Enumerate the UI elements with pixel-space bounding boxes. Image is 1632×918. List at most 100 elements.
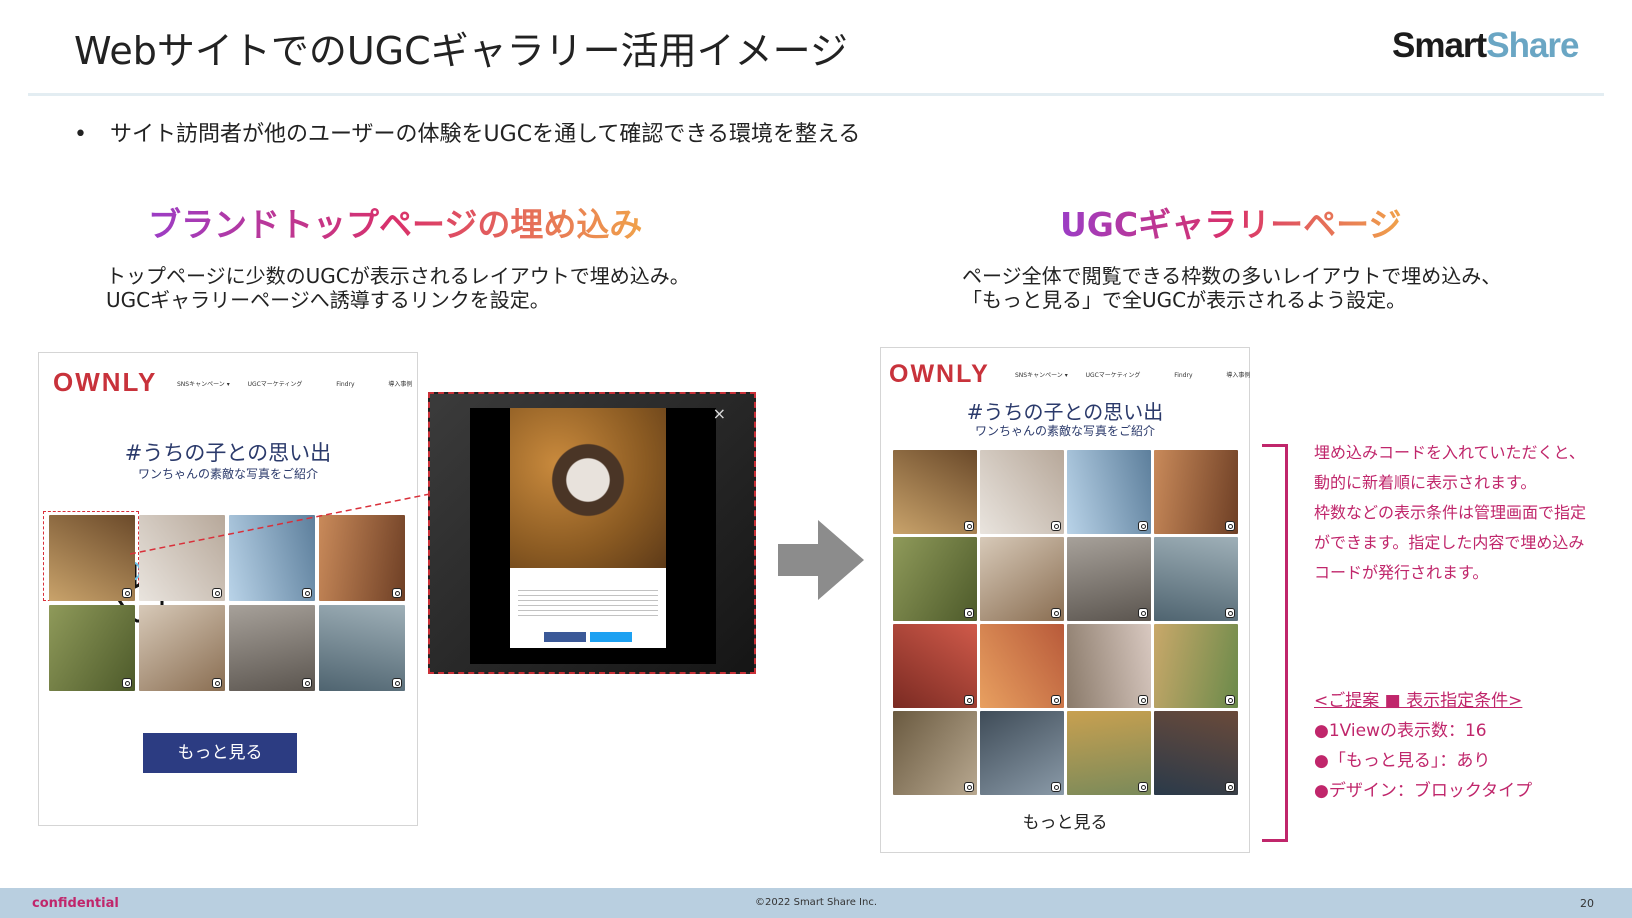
zoom-connector-lines xyxy=(130,493,431,555)
bracket xyxy=(1262,444,1288,842)
instagram-icon xyxy=(392,678,402,688)
ugc-photo-tile[interactable] xyxy=(1154,624,1238,708)
instagram-icon xyxy=(1051,608,1061,618)
page-title: WebサイトでのUGCギャラリー活用イメージ xyxy=(74,29,848,73)
note-line: 埋め込みコードを入れていただくと、 xyxy=(1314,443,1585,462)
instagram-icon xyxy=(1051,782,1061,792)
instagram-icon xyxy=(1051,521,1061,531)
nav-item-sns[interactable]: SNSキャンペーン ▾ xyxy=(177,381,230,388)
ugc-photo-tile[interactable] xyxy=(893,450,977,534)
ownly-brand-logo: OWNLY xyxy=(53,367,158,397)
ugc-photo-tile[interactable] xyxy=(49,605,135,691)
note-line: 動的に新着順に表示されます。 xyxy=(1314,473,1537,492)
instagram-icon xyxy=(212,588,222,598)
ugc-photo-tile[interactable] xyxy=(1154,450,1238,534)
nav-item-cases[interactable]: 導入事例 xyxy=(1226,372,1250,379)
more-link[interactable]: もっと見る xyxy=(881,808,1249,833)
nav-item-sns[interactable]: SNSキャンペーン ▾ xyxy=(1015,372,1068,379)
instagram-icon xyxy=(1225,782,1235,792)
right-arrow-icon xyxy=(778,520,864,600)
right-desc-line: ページ全体で閲覧できる枠数の多いレイアウトで埋め込み、 xyxy=(962,264,1502,288)
instagram-icon xyxy=(122,678,132,688)
display-conditions: <ご提案 ■ 表示指定条件> ●1Viewの表示数：16 ●「もっと見る」：あり… xyxy=(1314,686,1532,806)
smartshare-logo: SmartShare xyxy=(1392,26,1580,66)
left-desc-line: トップページに少数のUGCが表示されるレイアウトで埋め込み。 xyxy=(106,264,690,288)
instagram-icon xyxy=(1138,782,1148,792)
instagram-icon xyxy=(964,521,974,531)
instagram-icon xyxy=(302,678,312,688)
ugc-photo-tile[interactable] xyxy=(1067,450,1151,534)
instagram-icon xyxy=(302,588,312,598)
instagram-icon xyxy=(1051,695,1061,705)
ugc-popup-preview: × xyxy=(428,392,756,674)
ugc-photo-tile[interactable] xyxy=(1067,624,1151,708)
instagram-icon xyxy=(392,588,402,598)
instagram-icon xyxy=(964,608,974,618)
condition-item: ●「もっと見る」：あり xyxy=(1314,751,1491,771)
instagram-icon xyxy=(1138,695,1148,705)
right-section-description: ページ全体で閲覧できる枠数の多いレイアウトで埋め込み、 「もっと見る」で全UGC… xyxy=(962,264,1501,312)
more-button[interactable]: もっと見る xyxy=(143,733,297,773)
instagram-icon xyxy=(1138,608,1148,618)
left-desc-line: UGCギャラリーページへ誘導するリンクを設定。 xyxy=(106,288,550,312)
note-line: コードが発行されます。 xyxy=(1314,563,1489,582)
popup-caption xyxy=(518,590,658,620)
ugc-photo-tile[interactable] xyxy=(980,711,1064,795)
instagram-icon xyxy=(964,782,974,792)
right-section-title: UGCギャラリーページ xyxy=(1060,198,1401,246)
close-icon[interactable]: × xyxy=(713,404,726,423)
nav-item-ugc[interactable]: UGCマーケティング xyxy=(248,381,303,388)
left-section-title: ブランドトップページの埋め込み xyxy=(148,198,642,246)
condition-item: ●デザイン：ブロックタイプ xyxy=(1314,781,1533,801)
nav-item-ugc[interactable]: UGCマーケティング xyxy=(1086,372,1141,379)
copyright: ©2022 Smart Share Inc. xyxy=(754,897,878,908)
note-line: ができます。指定した内容で埋め込み xyxy=(1314,533,1585,552)
ugc-photo-tile[interactable] xyxy=(1067,711,1151,795)
ugc-gallery-page-mockup: OWNLY SNSキャンペーン ▾ UGCマーケティング Findry 導入事例… xyxy=(880,347,1250,853)
logo-smart: Smart xyxy=(1392,26,1487,65)
note-line: 枠数などの表示条件は管理画面で指定 xyxy=(1314,503,1587,522)
mock-nav: SNSキャンペーン ▾ UGCマーケティング Findry 導入事例 xyxy=(1015,370,1250,379)
instagram-icon xyxy=(1138,521,1148,531)
gallery-hashtag: #うちの子との思い出 xyxy=(124,441,332,465)
ugc-photo-tile[interactable] xyxy=(1067,537,1151,621)
ugc-photo-tile[interactable] xyxy=(319,605,405,691)
ugc-photo-tile[interactable] xyxy=(1154,537,1238,621)
instagram-icon xyxy=(212,678,222,688)
ugc-photo-tile[interactable] xyxy=(139,605,225,691)
nav-item-findry[interactable]: Findry xyxy=(1174,372,1192,379)
mock-nav: SNSキャンペーン ▾ UGCマーケティング Findry 導入事例 xyxy=(177,379,412,388)
popup-photo xyxy=(510,408,666,568)
embed-note: 埋め込みコードを入れていただくと、 動的に新着順に表示されます。 枠数などの表示… xyxy=(1314,438,1586,588)
ugc-photo-tile[interactable] xyxy=(1154,711,1238,795)
ugc-photo-tile[interactable] xyxy=(49,515,135,601)
title-divider xyxy=(28,93,1604,96)
twitter-share-button[interactable] xyxy=(590,632,632,642)
ugc-photo-tile[interactable] xyxy=(893,624,977,708)
ugc-photo-tile[interactable] xyxy=(893,711,977,795)
logo-share: Share xyxy=(1486,26,1579,65)
gallery-hashtag: #うちの子との思い出 xyxy=(966,400,1164,424)
instagram-icon xyxy=(1225,695,1235,705)
instagram-icon xyxy=(122,588,132,598)
bullet-text: サイト訪問者が他のユーザーの体験をUGCを通して確認できる環境を整える xyxy=(110,122,861,147)
gallery-subtitle: ワンちゃんの素敵な写真をご紹介 xyxy=(974,424,1155,438)
facebook-share-button[interactable] xyxy=(544,632,586,642)
nav-item-findry[interactable]: Findry xyxy=(336,381,354,388)
left-section-description: トップページに少数のUGCが表示されるレイアウトで埋め込み。 UGCギャラリーペ… xyxy=(106,264,690,312)
page-number: 20 xyxy=(1580,897,1594,910)
ugc-photo-tile[interactable] xyxy=(980,624,1064,708)
right-desc-line: 「もっと見る」で全UGCが表示されるよう設定。 xyxy=(962,288,1407,312)
ugc-photo-tile[interactable] xyxy=(893,537,977,621)
instagram-icon xyxy=(964,695,974,705)
ugc-photo-tile[interactable] xyxy=(229,605,315,691)
bullet-dot: • xyxy=(74,122,87,147)
instagram-icon xyxy=(1225,521,1235,531)
instagram-icon xyxy=(1225,608,1235,618)
nav-item-cases[interactable]: 導入事例 xyxy=(388,381,412,388)
gallery-subtitle: ワンちゃんの素敵な写真をご紹介 xyxy=(137,467,318,481)
ugc-photo-tile[interactable] xyxy=(980,450,1064,534)
condition-item: ●1Viewの表示数：16 xyxy=(1314,721,1487,741)
bullet-point: • サイト訪問者が他のユーザーの体験をUGCを通して確認できる環境を整える xyxy=(74,116,860,148)
ugc-photo-tile[interactable] xyxy=(980,537,1064,621)
